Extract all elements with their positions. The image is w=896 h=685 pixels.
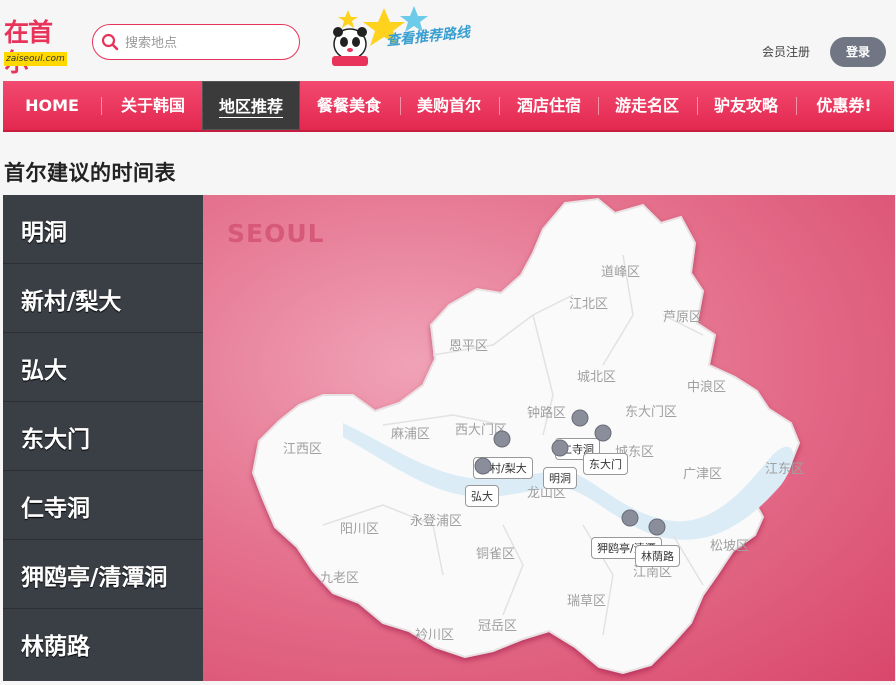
nav-attractions[interactable]: 游走名区 — [601, 81, 693, 130]
district-label: 江东区 — [765, 462, 805, 477]
district-label: 衿川区 — [415, 628, 455, 643]
map-pin-label[interactable]: 弘大 — [465, 485, 499, 507]
logo-text: 在首尔 — [4, 18, 53, 77]
map-pin-label[interactable]: 新村/梨大 — [473, 457, 533, 479]
login-button[interactable]: 登录 — [830, 37, 886, 67]
district-label: 铜雀区 — [476, 547, 516, 562]
register-link[interactable]: 会员注册 — [762, 43, 810, 60]
nav-divider — [598, 97, 599, 115]
district-label: 瑞草区 — [567, 594, 607, 609]
district-label: 江西区 — [283, 442, 323, 457]
nav-divider — [796, 97, 797, 115]
district-label: 广津区 — [683, 467, 723, 482]
nav-travel-guide[interactable]: 驴友攻略 — [700, 81, 792, 130]
route-promo-banner[interactable]: 查看推荐路线 — [324, 4, 484, 70]
nav-home[interactable]: HOME — [11, 81, 93, 130]
site-logo[interactable]: 在首尔 zaiseoul.com — [4, 18, 70, 77]
nav-shopping[interactable]: 美购首尔 — [403, 81, 495, 130]
nav-food[interactable]: 餐餐美食 — [303, 81, 395, 130]
seoul-map: SEOUL 道峰区 江北区 芦原区 恩平区 城北区 中浪区 钟路区 东大门区 西… — [203, 195, 895, 681]
district-label: 江北区 — [569, 297, 609, 312]
search-input[interactable] — [123, 31, 292, 55]
area-item-apgujeong[interactable]: 狎鸥亭/清潭洞 — [3, 540, 203, 609]
district-label: 麻浦区 — [391, 427, 431, 442]
area-item-garosu[interactable]: 林荫路 — [3, 609, 203, 678]
search-box — [92, 24, 300, 60]
district-label: 芦原区 — [663, 310, 703, 325]
district-label: 道峰区 — [601, 265, 641, 280]
nav-divider — [697, 97, 698, 115]
district-label: 冠岳区 — [478, 619, 518, 634]
district-label: 九老区 — [320, 571, 360, 586]
area-item-insadong[interactable]: 仁寺洞 — [3, 471, 203, 540]
main-nav: HOME 关于韩国 地区推荐 餐餐美食 美购首尔 酒店住宿 游走名区 驴友攻略 … — [3, 81, 894, 132]
map-pin-label[interactable]: 明洞 — [543, 467, 577, 489]
district-label: 永登浦区 — [410, 514, 463, 529]
logo-domain: zaiseoul.com — [4, 52, 67, 66]
district-label: 阳川区 — [340, 522, 380, 537]
area-list: 明洞 新村/梨大 弘大 东大门 仁寺洞 狎鸥亭/清潭洞 林荫路 — [3, 195, 203, 681]
nav-area-recommend[interactable]: 地区推荐 — [202, 81, 300, 130]
nav-coupons[interactable]: 优惠券! — [799, 81, 889, 130]
district-label: 西大门区 — [455, 423, 508, 438]
area-item-sinchon[interactable]: 新村/梨大 — [3, 264, 203, 333]
header: 在首尔 zaiseoul.com 查看推荐路线 会员注册 登录 — [0, 0, 896, 80]
nav-about-korea[interactable]: 关于韩国 — [107, 81, 199, 130]
area-item-dongdaemun[interactable]: 东大门 — [3, 402, 203, 471]
search-icon[interactable] — [101, 33, 119, 51]
page-title: 首尔建议的时间表 — [4, 161, 176, 185]
district-label: 城北区 — [577, 370, 617, 385]
area-item-myeongdong[interactable]: 明洞 — [3, 195, 203, 264]
district-label: 松坡区 — [710, 539, 750, 554]
nav-divider — [101, 97, 102, 115]
area-item-hongdae[interactable]: 弘大 — [3, 333, 203, 402]
map-pin-label[interactable]: 林荫路 — [635, 545, 680, 567]
district-label: 中浪区 — [687, 380, 727, 395]
district-label: 恩平区 — [449, 339, 489, 354]
district-label: 东大门区 — [625, 405, 678, 420]
nav-divider — [499, 97, 500, 115]
nav-divider — [400, 97, 401, 115]
district-label: 钟路区 — [527, 406, 567, 421]
nav-hotels[interactable]: 酒店住宿 — [503, 81, 595, 130]
map-pin-label[interactable]: 东大门 — [583, 453, 628, 475]
